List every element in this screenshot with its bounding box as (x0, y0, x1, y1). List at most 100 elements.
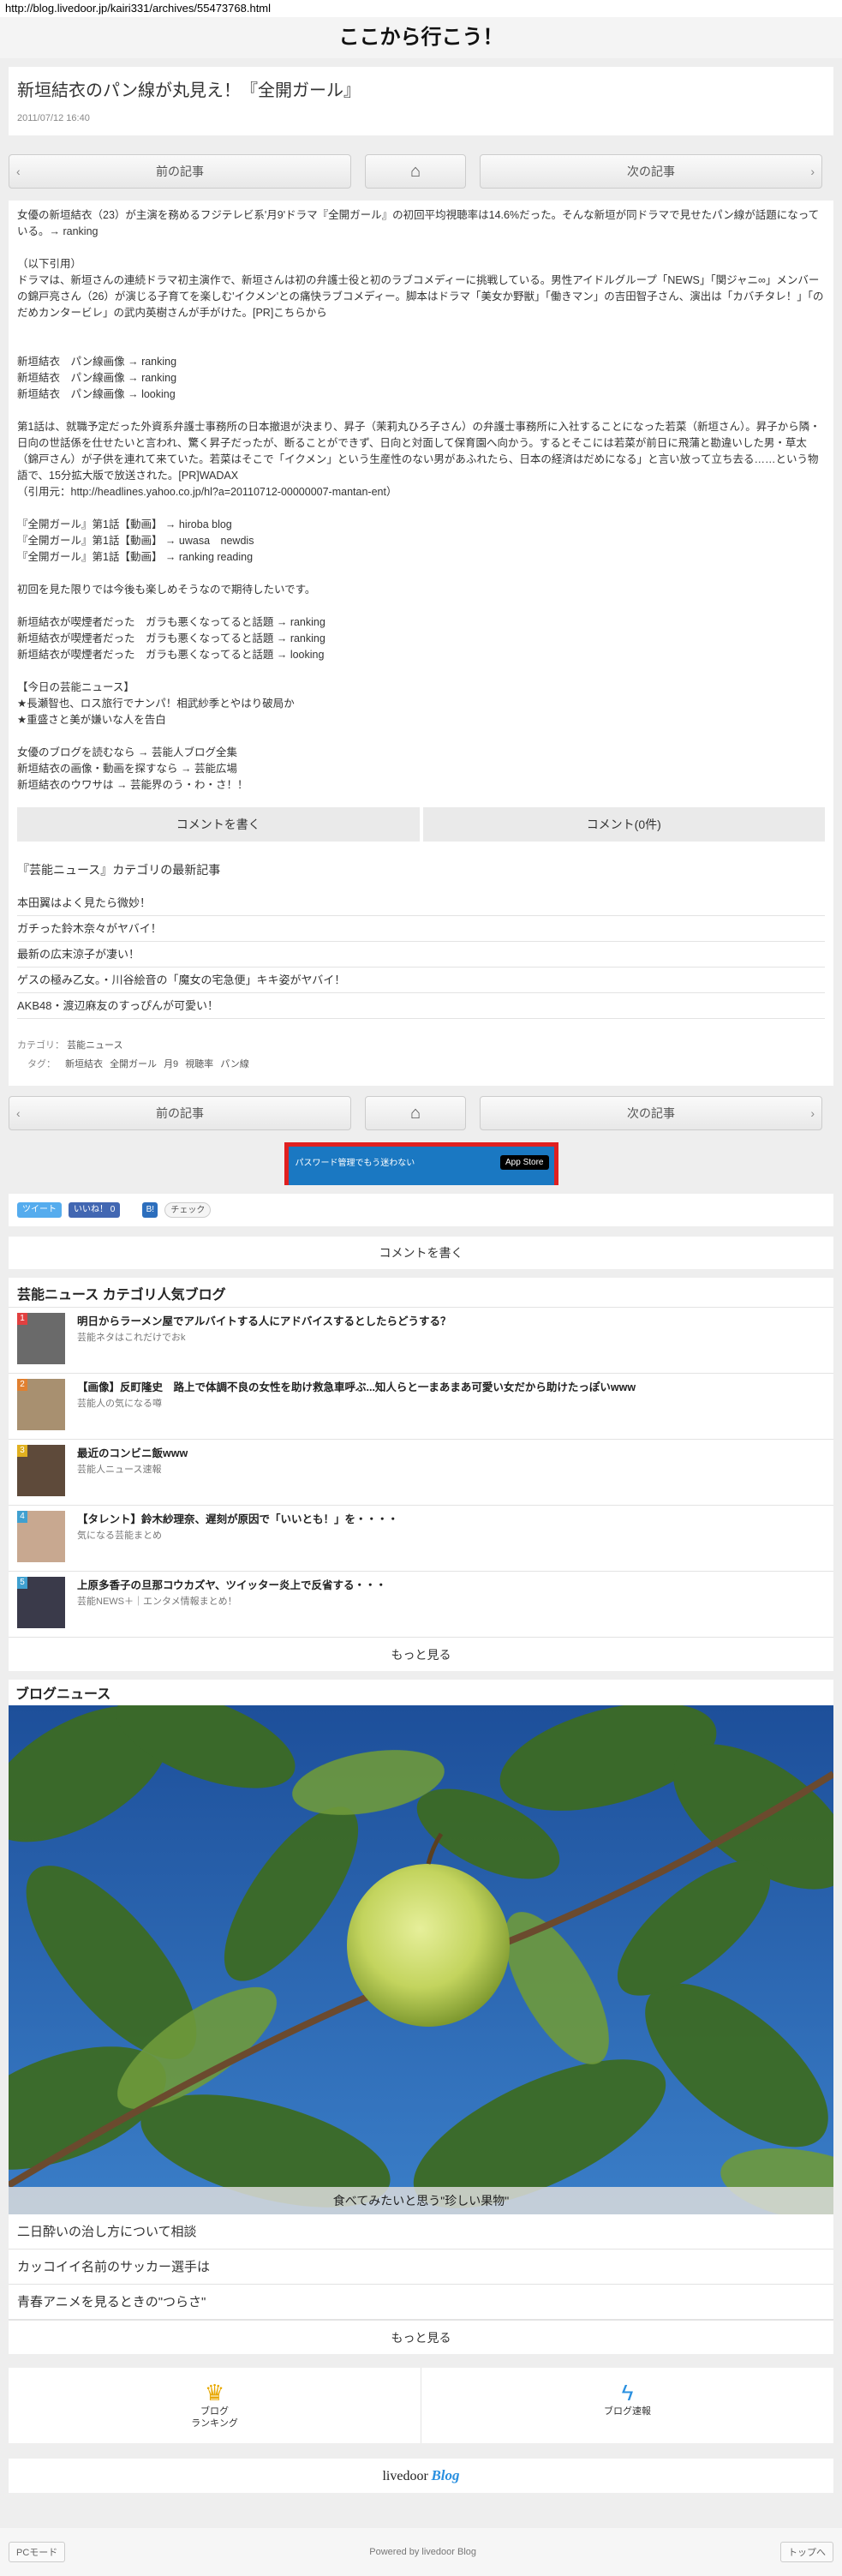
chevron-left-icon: ‹ (16, 165, 21, 178)
popular-source: 気になる芸能まとめ (77, 1531, 162, 1541)
popular-title: 【画像】反町隆史 路上で体調不良の女性を助け救急車呼ぶ...知人らと一まあまあ可… (77, 1381, 636, 1393)
comment-actions: コメントを書く コメント(0件) (17, 807, 825, 842)
popular-more-button[interactable]: もっと見る (9, 1637, 833, 1671)
chevron-right-icon: › (810, 1106, 815, 1120)
tag-link[interactable]: 月9 (164, 1059, 178, 1069)
app-store-badge: App Store (500, 1155, 549, 1170)
tag-link[interactable]: 視聴率 (185, 1059, 213, 1069)
article-body: 女優の新垣結衣（23）が主演を務めるフジテレビ系'月9'ドラマ『全開ガール』の初… (9, 201, 833, 1086)
article-text: 女優の新垣結衣（23）が主演を務めるフジテレビ系'月9'ドラマ『全開ガール』の初… (17, 207, 825, 794)
next-article-button[interactable]: 次の記事 › (480, 154, 822, 189)
article-line: ★重盛さと美が嫌いな人を告白 (17, 714, 166, 726)
popular-title: 明日からラーメン屋でアルバイトする人にアドバイスするとしたらどうする？ (77, 1315, 451, 1327)
category-latest-item[interactable]: ゲスの極み乙女。・川谷絵音の「魔女の宅急便」キキ姿がヤバイ！ (17, 967, 825, 993)
blog-news-item[interactable]: 二日酔いの治し方について相談 (9, 2214, 833, 2250)
category-latest-item[interactable]: 最新の広末涼子が凄い！ (17, 942, 825, 967)
mixi-check-button[interactable]: チェック (164, 1202, 212, 1218)
category-link[interactable]: 芸能ニュース (67, 1040, 122, 1051)
article-meta: カテゴリ： 芸能ニュース タグ： 新垣結衣 全開ガール 月9 視聴率 パン線 (17, 1036, 825, 1074)
next-article-button-bottom[interactable]: 次の記事 › (480, 1096, 822, 1130)
blog-news-heading: ブログニュース (15, 1687, 111, 1702)
ad-text: パスワード管理でもう迷わない (295, 1159, 415, 1168)
home-icon: ⌂ (409, 162, 421, 181)
comment-count-button[interactable]: コメント(0件) (422, 807, 825, 842)
article-line: 新垣結衣のウワサは → 芸能界のう・わ・さ！！ (17, 779, 248, 791)
tag-link[interactable]: 新垣結衣 (65, 1059, 103, 1069)
category-latest-item[interactable]: 本田翼はよく見たら微妙！ (17, 890, 825, 916)
write-comment-button-2[interactable]: コメントを書く (9, 1237, 833, 1269)
article-header: 新垣結衣のパン線が丸見え！『全開ガール』 2011/07/12 16:40 (9, 67, 833, 135)
fruit-tree-photo (9, 1705, 833, 2214)
site-title[interactable]: ここから行こう！ (0, 17, 842, 58)
blog-news-list: 二日酔いの治し方について相談 カッコイイ名前のサッカー選手は 青春アニメを見るときの… (9, 2214, 833, 2320)
write-comment-button[interactable]: コメントを書く (17, 807, 420, 842)
popular-item[interactable]: 2 【画像】反町隆史 路上で体調不良の女性を助け救急車呼ぶ...知人らと一まあまあ… (9, 1373, 833, 1439)
hero-news[interactable]: 食べてみたいと思う"珍しい果物" (9, 1705, 833, 2214)
blog-ranking-link[interactable]: ♛ ブログ ランキング (9, 2368, 421, 2443)
rank-badge: 2 (17, 1379, 27, 1391)
tag-link[interactable]: パン線 (220, 1059, 249, 1069)
rank-badge: 4 (17, 1511, 27, 1523)
crown-icon: ♛ (204, 2380, 225, 2405)
popular-list: 1 明日からラーメン屋でアルバイトする人にアドバイスするとしたらどうする？ 芸能ネタ… (9, 1307, 833, 1637)
category-latest-list: 本田翼はよく見たら微妙！ ガチった鈴木奈々がヤバイ！ 最新の広末涼子が凄い！ ゲスの極… (17, 890, 825, 1019)
prev-article-button-bottom[interactable]: ‹ 前の記事 (9, 1096, 351, 1130)
category-latest-item[interactable]: ガチった鈴木奈々がヤバイ！ (17, 916, 825, 942)
tag-link[interactable]: 全開ガール (110, 1059, 157, 1069)
ad-banner[interactable]: パスワード管理でもう迷わない App Store (284, 1142, 558, 1185)
livedoor-blog-logo[interactable]: livedoor Blog (9, 2459, 833, 2493)
article-line: 新垣結衣 パン線画像 → ranking (17, 372, 177, 384)
blog-news-more-button[interactable]: もっと見る (9, 2320, 833, 2354)
article-line: 『全開ガール』第1話【動画】 → hiroba blog (17, 518, 232, 530)
article-spacer (17, 598, 825, 614)
article-date: 2011/07/12 16:40 (17, 113, 90, 123)
popular-item[interactable]: 4 【タレント】鈴木紗理奈、遅刻が原因で「いいとも！」を・・・・ 気になる芸能まとめ (9, 1505, 833, 1571)
footer: PCモード Powered by livedoor Blog トップへ (0, 2528, 842, 2576)
article-line: 新垣結衣が喫煙者だった ガラも悪くなってると話題 → ranking (17, 632, 325, 644)
article-line: 新垣結衣が喫煙者だった ガラも悪くなってると話題 → looking (17, 649, 325, 661)
blog-news-item[interactable]: 青春アニメを見るときの"つらさ" (9, 2285, 833, 2320)
popular-item[interactable]: 3 最近のコンビニ飯www 芸能人ニュース速報 (9, 1439, 833, 1505)
popular-source: 芸能NEWS＋｜エンタメ情報まとめ！ (77, 1597, 237, 1607)
tag-list: タグ： 新垣結衣 全開ガール 月9 視聴率 パン線 (27, 1059, 249, 1069)
popular-title: 上原多香子の旦那コウカズヤ、ツイッター炎上で反省する・・・ (77, 1579, 387, 1591)
article-line: 【今日の芸能ニュース】 (17, 681, 134, 693)
article-line: 女優のブログを読むなら → 芸能人ブログ全集 (17, 746, 237, 758)
article-line: 新垣結衣 パン線画像 → looking (17, 388, 176, 400)
pc-mode-button[interactable]: PCモード (9, 2542, 66, 2562)
category-latest-heading: 『芸能ニュース』カテゴリの最新記事 (17, 863, 221, 877)
blog-breaking-link[interactable]: ϟ ブログ速報 (421, 2368, 833, 2443)
popular-heading: 芸能ニュース カテゴリ人気ブログ (17, 1288, 226, 1303)
browser-url: http://blog.livedoor.jp/kairi331/archive… (0, 0, 842, 17)
popular-source: 芸能人の気になる噂 (77, 1399, 162, 1409)
article-line: 『全開ガール』第1話【動画】 → ranking reading (17, 551, 254, 563)
home-button[interactable]: ⌂ (365, 154, 466, 189)
home-button-bottom[interactable]: ⌂ (365, 1096, 466, 1130)
article-spacer (17, 728, 825, 745)
prev-article-button[interactable]: ‹ 前の記事 (9, 154, 351, 189)
facebook-like-button[interactable]: いいね！ 0 (69, 1202, 121, 1218)
article-spacer (17, 663, 825, 680)
rank-badge: 5 (17, 1577, 27, 1589)
popular-blogs: 芸能ニュース カテゴリ人気ブログ 1 明日からラーメン屋でアルバイトする人にアドバ… (9, 1278, 833, 1671)
article-line: 『全開ガール』第1話【動画】 → uwasa newdis (17, 535, 254, 547)
article-line: ★長瀬智也、ロス旅行でナンパ！相武紗季とやはり破局か (17, 698, 295, 710)
popular-item[interactable]: 1 明日からラーメン屋でアルバイトする人にアドバイスするとしたらどうする？ 芸能ネタ… (9, 1307, 833, 1373)
article-spacer (17, 566, 825, 582)
hatena-bookmark-button[interactable]: B! (142, 1202, 158, 1218)
popular-source: 芸能人ニュース速報 (77, 1465, 162, 1475)
tweet-button[interactable]: ツイート (17, 1202, 62, 1218)
ad-banner-wrap: パスワード管理でもう迷わない App Store (0, 1142, 842, 1185)
article-line: （引用元：http://headlines.yahoo.co.jp/hl?a=2… (17, 486, 397, 498)
rank-badge: 3 (17, 1445, 27, 1457)
back-to-top-button[interactable]: トップへ (780, 2542, 833, 2562)
popular-item[interactable]: 5 上原多香子の旦那コウカズヤ、ツイッター炎上で反省する・・・ 芸能NEWS＋｜エン… (9, 1571, 833, 1637)
category-latest-item[interactable]: AKB48・渡辺麻友のすっぴんが可愛い！ (17, 993, 825, 1019)
article-nav-bottom: ‹ 前の記事 ⌂ 次の記事 › (9, 1096, 833, 1130)
blog-news: ブログニュース 食べてみたいと思う"珍しい果物" 二日酔いの治し方について相談 … (9, 1680, 833, 2354)
popular-title: 最近のコンビニ飯www (77, 1447, 188, 1459)
hero-caption: 食べてみたいと思う"珍しい果物" (9, 2187, 833, 2214)
blog-news-item[interactable]: カッコイイ名前のサッカー選手は (9, 2250, 833, 2285)
powered-by: Powered by livedoor Blog (369, 2547, 477, 2557)
article-spacer (17, 500, 825, 517)
